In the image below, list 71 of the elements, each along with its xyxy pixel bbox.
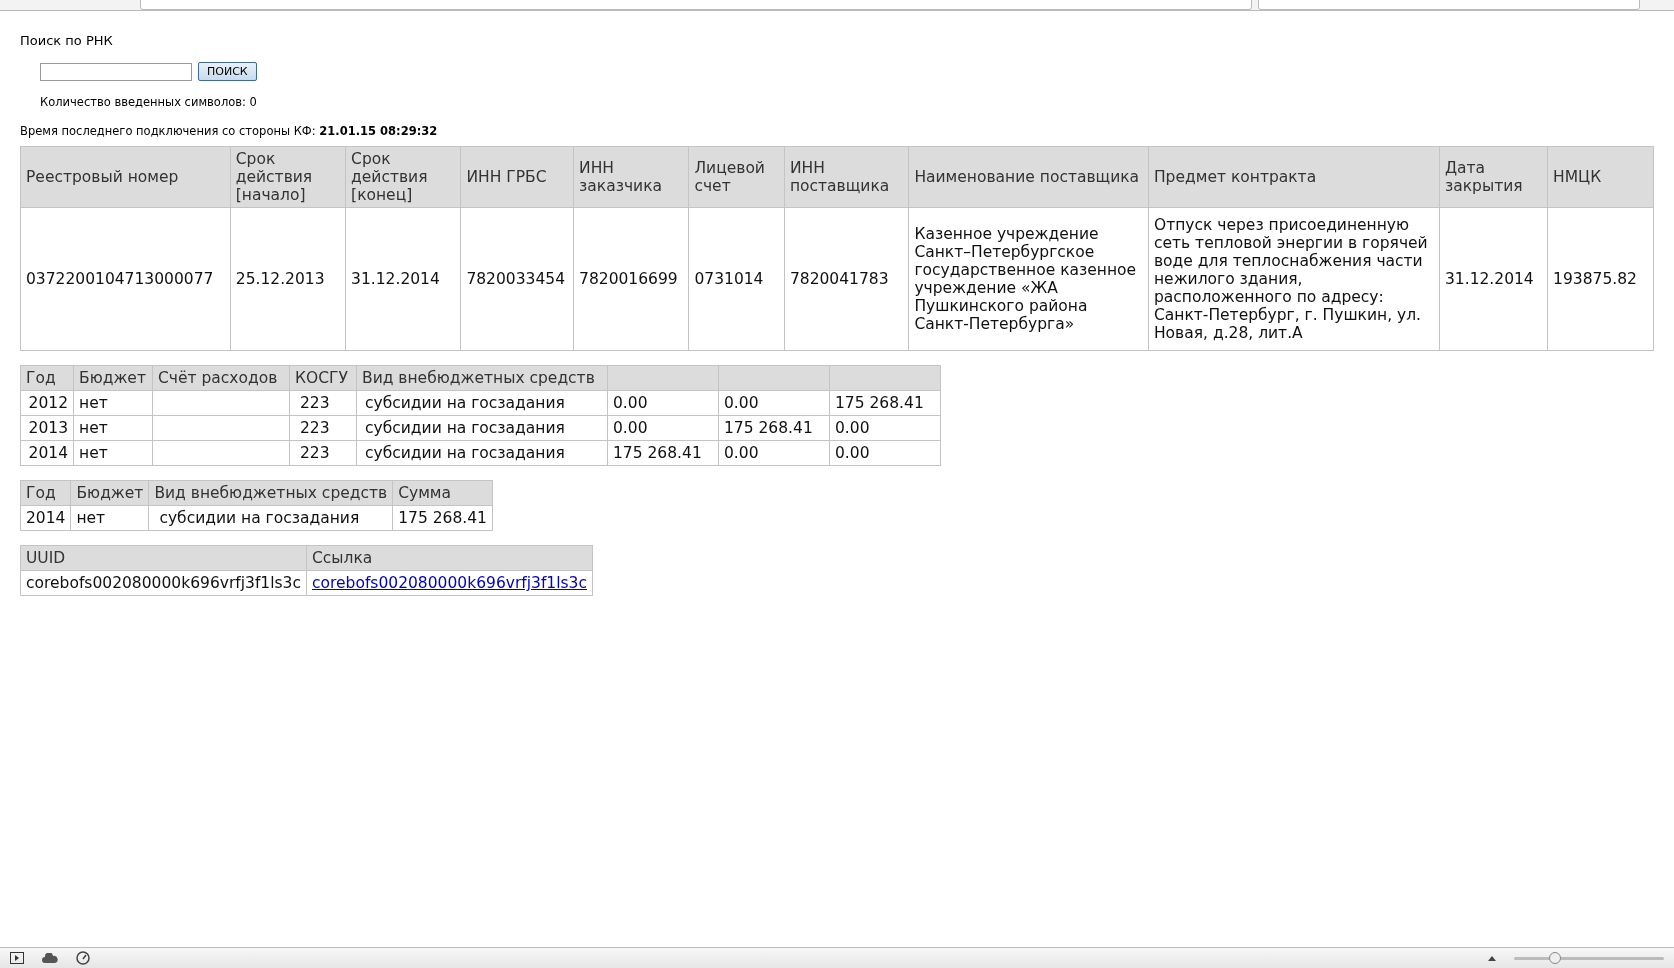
column-header: Наименование поставщика	[908, 146, 1149, 208]
column-header: ИНН заказчика	[573, 146, 689, 208]
column-header: Срок действия [конец]	[345, 146, 461, 208]
browser-search-field[interactable]	[1258, 0, 1640, 10]
column-header: Предмет контракта	[1148, 146, 1440, 208]
panel-icon[interactable]	[10, 952, 24, 964]
column-header: Ссылка	[306, 545, 593, 571]
table-cell: 223	[289, 390, 357, 416]
table-cell: субсидии на госзадания	[356, 390, 608, 416]
column-header: НМЦК	[1547, 146, 1654, 208]
table-cell: субсидии на госзадания	[148, 505, 393, 531]
column-header: Дата закрытия	[1439, 146, 1548, 208]
column-header: UUID	[20, 545, 307, 571]
table-cell: 7820016699	[573, 207, 689, 351]
section-title: Поиск по РНК	[20, 33, 114, 48]
table-cell: 0372200104713000077	[20, 207, 231, 351]
table-cell: 175 268.41	[392, 505, 493, 531]
column-header: Сумма	[392, 480, 493, 506]
table-cell: 223	[289, 415, 357, 441]
table-cell: 7820033454	[460, 207, 574, 351]
column-header: ИНН поставщика	[784, 146, 909, 208]
character-counter: Количество введенных символов: 0	[40, 95, 258, 109]
table-cell: Отпуск через присоединенную сеть тепловой энергии в горячей воде для теплоснабжения части нежилого здания, расположенного по адресу: Санкт-Петербург, г. Пушкин, ул. Новая, д.28, лит.А	[1148, 207, 1440, 351]
table-cell: 0.00	[607, 390, 719, 416]
table-cell: 25.12.2013	[230, 207, 346, 351]
table-cell: 0.00	[718, 390, 830, 416]
search-button[interactable]: ПОИСК	[198, 62, 257, 81]
table-cell: 31.12.2014	[1439, 207, 1548, 351]
search-field[interactable]	[40, 62, 192, 81]
table-cell: 7820041783	[784, 207, 909, 351]
column-header: Реестровый номер	[20, 146, 231, 208]
address-field[interactable]	[140, 0, 1252, 10]
column-header: ИНН ГРБС	[460, 146, 574, 208]
last-connection-text: Время последнего подключения со стороны КФ: 21.01.15 08:29:32	[20, 124, 438, 138]
column-header: Лицевой счет	[688, 146, 785, 208]
table-cell: 175 268.41	[829, 390, 941, 416]
column-header: Бюджет	[70, 480, 149, 506]
table-cell: 2014	[20, 440, 74, 466]
up-triangle-icon[interactable]	[1488, 955, 1496, 961]
column-header: Срок действия [начало]	[230, 146, 346, 208]
table-cell: 193875.82	[1547, 207, 1654, 351]
table-cell: 175 268.41	[718, 415, 830, 441]
column-header: Вид внебюджетных средств	[148, 480, 393, 506]
column-header: Год	[20, 480, 71, 506]
gauge-icon[interactable]	[76, 951, 90, 965]
table-cell: 0.00	[607, 415, 719, 441]
table-cell: 2013	[20, 415, 74, 441]
table-cell: 31.12.2014	[345, 207, 461, 351]
table-cell: нет	[73, 415, 153, 441]
table-cell: corebofs002080000k696vrfj3f1ls3c	[20, 570, 307, 596]
table-cell: 0731014	[688, 207, 785, 351]
table-cell: субсидии на госзадания	[356, 415, 608, 441]
table-cell: нет	[73, 440, 153, 466]
column-header: КОСГУ	[289, 365, 357, 391]
table-cell: 2014	[20, 505, 71, 531]
table-cell: Казенное учреждение Санкт–Петербургское государственное казенное учреждение «ЖА Пушкинского района Санкт-Петербурга»	[908, 207, 1149, 351]
table-cell: субсидии на госзадания	[356, 440, 608, 466]
column-header: Вид внебюджетных средств	[356, 365, 608, 391]
table-cell: 175 268.41	[607, 440, 719, 466]
cloud-icon[interactable]	[42, 953, 58, 963]
table-cell: 0.00	[829, 415, 941, 441]
table-cell: 0.00	[829, 440, 941, 466]
table-cell: 0.00	[718, 440, 830, 466]
table-cell: нет	[73, 390, 153, 416]
slider-thumb[interactable]	[1548, 951, 1561, 964]
column-header: Бюджет	[73, 365, 153, 391]
column-header: Счёт расходов	[152, 365, 290, 391]
table-cell: нет	[70, 505, 149, 531]
column-header: Год	[20, 365, 74, 391]
table-cell: 2012	[20, 390, 74, 416]
table-cell: 223	[289, 440, 357, 466]
